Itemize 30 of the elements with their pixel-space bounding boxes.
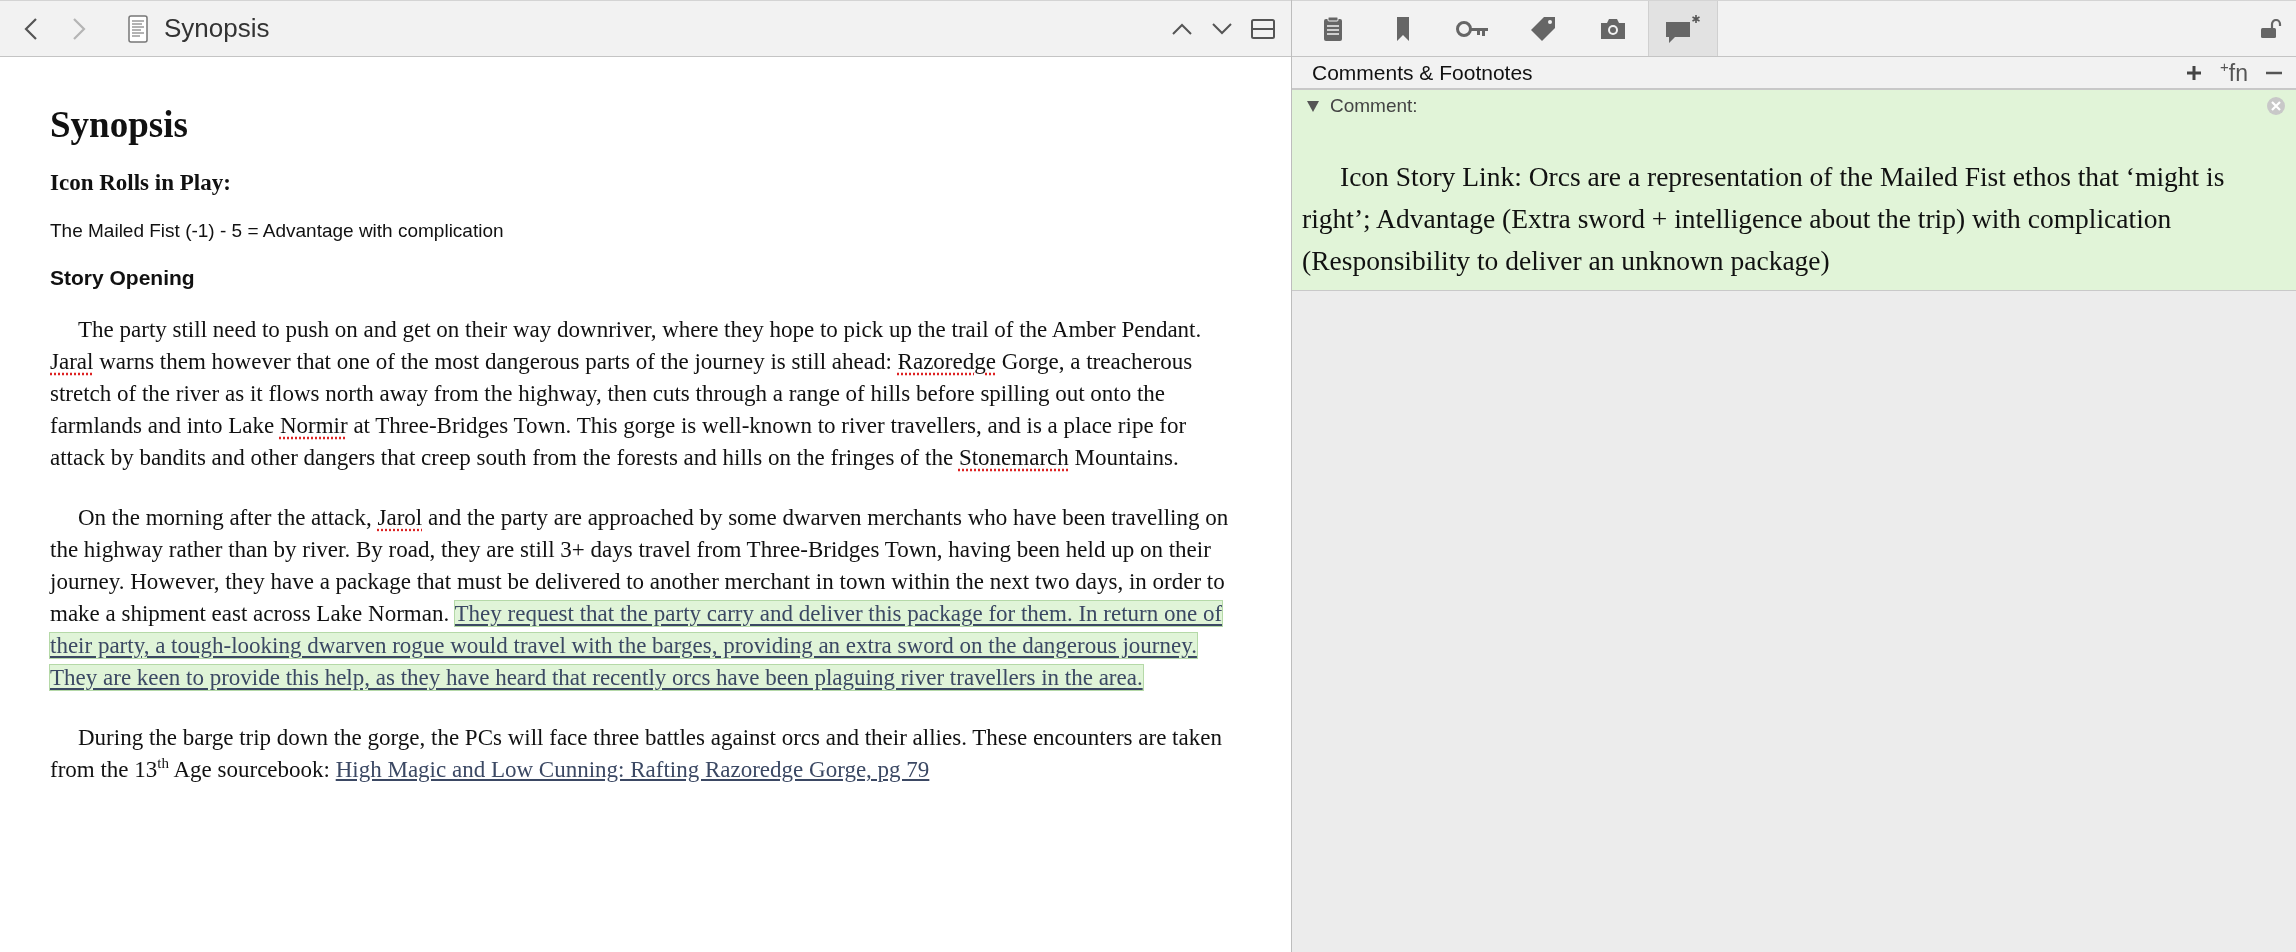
split-view-icon[interactable] (1251, 18, 1275, 39)
comment-text: Icon Story Link: Orcs are a representation of the Mailed Fist ethos that ‘might is right’; Advantage (Extra sword + intelligence about the trip) with complication (Responsibility to deliver an unknown package) (1302, 160, 2226, 278)
triangle-down-icon[interactable] (1306, 99, 1320, 113)
panel-title: Comments & Footnotes (1312, 60, 1533, 85)
comment-label: Comment: (1330, 95, 1418, 117)
remove-icon[interactable] (2266, 70, 2282, 75)
paragraph: The party still need to push on and get on their way downriver, where they hope to pick up the trail of the Amber Pendant. Jaral warns them however that one of the most dangerous parts of the journey is still ahead: Razoredge Gorge, a treacherous stretch of the river as it flows north away from the highway, then cuts through a range of hills before spilling out onto the farmlands and into Lake Normir at Three-Bridges Town. This gorge is well-known to river travellers, and is a place ripe for attack by bandits and other dangers that creep south from the forests and hills on the fringes of the Stonemarch Mountains. (50, 316, 1203, 472)
add-icon[interactable] (2186, 64, 2203, 81)
chevron-up-icon[interactable] (1171, 21, 1193, 36)
camera-icon (1599, 17, 1627, 40)
speech-bubble-icon (1665, 13, 1701, 44)
section-heading: Icon Rolls in Play: (50, 170, 232, 196)
chevron-left-icon (24, 16, 38, 41)
comment-tab[interactable] (1648, 1, 1718, 56)
chevron-down-icon[interactable] (1211, 21, 1233, 36)
link[interactable]: High Magic and Low Cunning: Rafting Razoredge Gorge, pg 79 (335, 757, 930, 782)
body-text: The Mailed Fist (-1) - 5 = Advantage with complication (50, 220, 505, 242)
chevron-right-icon (72, 16, 86, 41)
bookmark-icon (1396, 15, 1410, 42)
document-heading: Synopsis (50, 103, 189, 146)
add-footnote-button[interactable]: $^{+}$fn (2220, 58, 2248, 87)
section-heading: Story Opening (50, 266, 196, 290)
document-title: Synopsis (164, 13, 270, 44)
paragraph: During the barge trip down the gorge, the PCs will face three battles against orcs and their allies. These encounters are taken from the 13$^{th}$ Age sourcebook: High Magic and Low Cunning: Rafting Razoredge Gorge, pg 79 (50, 724, 1223, 784)
paragraph: On the morning after the attack, Jarol and the party are approached by some dwarven merchants who have been travelling on the highway rather than by river. By road, they are still 3+ days travel from Three-Bridges Town, having been held up on their journey. However, they have a package that must be delivered to another merchant in town within the next two days, in order to make a shipment east across Lake Norman. They request that the party carry and deliver this package for them. In return one of their party, a tough-looking dwarven rogue would travel with the barges, providing an extra sword on the dangerous journey. They are keen to provide this help, as they have heard that recently orcs have been plaguing river travellers in the area. (50, 504, 1230, 692)
document-icon (128, 14, 148, 43)
notepad-icon (1323, 15, 1343, 42)
tag-icon (1530, 15, 1556, 42)
unlocked-padlock-icon[interactable] (2260, 18, 2282, 39)
key-icon (1456, 18, 1490, 39)
